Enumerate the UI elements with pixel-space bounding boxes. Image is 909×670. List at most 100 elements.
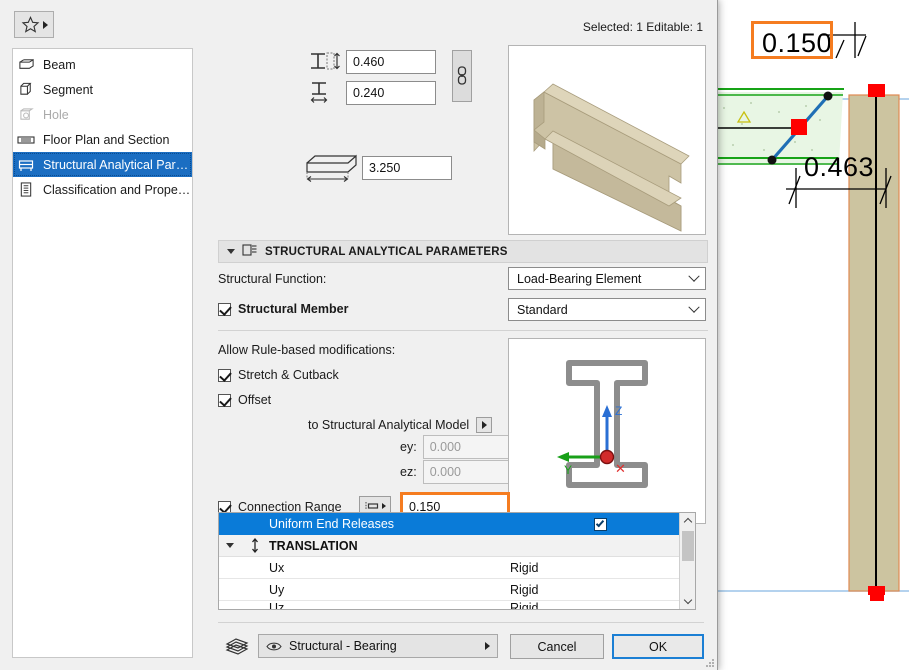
sidebar-item-segment[interactable]: Segment	[13, 77, 192, 102]
beam-settings-screen: 0.150 0.463 Selected: 1 Editable: 1 Beam…	[0, 0, 909, 670]
beam-length-row: 3.250	[302, 153, 452, 183]
chain-link-icon	[457, 66, 467, 85]
beam-width-icon	[302, 78, 346, 108]
releases-header-row[interactable]: Uniform End Releases	[219, 513, 695, 535]
scrollbar-thumb[interactable]	[682, 531, 694, 561]
release-dof-name: Uz	[269, 601, 285, 610]
structural-member-row[interactable]: Structural Member	[218, 302, 348, 316]
sidebar-item-label: Segment	[43, 82, 94, 97]
link-dimensions-toggle[interactable]	[452, 50, 472, 102]
layers-button[interactable]	[224, 634, 250, 656]
to-structural-model-button[interactable]	[476, 417, 493, 433]
sidebar-item-label: Classification and Properties	[43, 182, 192, 197]
release-dof-name: Uy	[269, 582, 285, 597]
ey-input[interactable]: 0.000	[422, 435, 515, 459]
beam-length-icon	[302, 153, 362, 183]
sidebar-item-label: Hole	[43, 107, 69, 122]
stretch-cutback-checkbox[interactable]	[218, 368, 231, 382]
chevron-up-icon[interactable]	[680, 513, 695, 529]
structural-member-dropdown[interactable]: Standard	[508, 298, 706, 321]
nav-panel-edge	[192, 48, 193, 658]
chevron-down-icon	[688, 270, 700, 282]
beam-3d-preview	[508, 45, 706, 235]
segment-cube-icon	[17, 82, 35, 98]
sidebar-item-label: Floor Plan and Section	[43, 132, 170, 147]
sidebar-item-floor-plan-and-section[interactable]: Floor Plan and Section	[13, 127, 192, 152]
beam-length-input[interactable]: 3.250	[362, 156, 452, 180]
sidebar-item-classification-and-properties[interactable]: Classification and Properties	[13, 177, 192, 202]
stretch-cutback-row[interactable]: Stretch & Cutback	[218, 368, 339, 382]
structural-analytical-icon	[242, 243, 258, 260]
classification-icon	[17, 182, 35, 198]
offset-checkbox[interactable]	[218, 393, 231, 407]
ey-row: ey: 0.000	[400, 435, 515, 459]
layer-value: Structural - Bearing	[289, 639, 397, 653]
cad-dimension-bottom: 0.463	[804, 152, 875, 182]
ez-label: ez:	[400, 465, 417, 479]
structural-member-label: Structural Member	[238, 302, 349, 316]
uniform-end-releases-checkbox[interactable]	[565, 517, 635, 531]
axis-z-label: Z	[615, 404, 622, 418]
beam-height-icon	[302, 47, 346, 77]
offset-label: Offset	[238, 393, 272, 407]
to-structural-model-label: to Structural Analytical Model	[308, 418, 470, 432]
triangle-right-icon	[485, 642, 490, 650]
table-row[interactable]: Uy Rigid	[219, 579, 695, 601]
structural-function-dropdown[interactable]: Load-Bearing Element	[508, 267, 706, 290]
sidebar-item-beam[interactable]: Beam	[13, 52, 192, 77]
structural-member-value: Standard	[517, 302, 568, 317]
sidebar-item-label: Beam	[43, 57, 76, 72]
cad-dimension-top-highlight	[751, 21, 833, 59]
releases-header-label: Uniform End Releases	[269, 517, 395, 531]
star-icon	[21, 16, 39, 33]
beam-height-input[interactable]: 0.460	[346, 50, 436, 74]
axis-y-label: Y	[564, 463, 572, 477]
release-dof-value[interactable]: Rigid	[510, 601, 695, 609]
sidebar-item-hole: Hole	[13, 102, 192, 127]
allow-rules-label: Allow Rule-based modifications:	[218, 343, 396, 357]
releases-group-translation[interactable]: TRANSLATION	[219, 535, 695, 557]
divider	[218, 330, 708, 331]
chevron-down-icon[interactable]	[680, 593, 695, 609]
end-releases-table: Uniform End Releases TRANSLATION Ux Rigi…	[218, 512, 696, 610]
table-row[interactable]: Uz Rigid	[219, 601, 695, 610]
hole-icon	[17, 107, 35, 123]
cross-section-preview: Z Y ✕	[508, 338, 706, 524]
caret-down-icon[interactable]	[227, 249, 235, 254]
settings-nav-panel: Beam Segment Hole Floor Plan and Section…	[12, 48, 192, 658]
beam-width-row: 0.240	[302, 78, 436, 108]
structural-function-value: Load-Bearing Element	[517, 271, 642, 286]
triangle-right-icon	[481, 421, 487, 429]
beam-3d-render	[533, 83, 690, 232]
ey-label: ey:	[400, 440, 417, 454]
divider	[218, 622, 704, 623]
ez-row: ez: 0.000	[400, 460, 515, 484]
beam-icon	[17, 57, 35, 73]
section-header-structural-analytical-parameters[interactable]: STRUCTURAL ANALYTICAL PARAMETERS	[218, 240, 708, 263]
release-dof-name: Ux	[269, 560, 285, 575]
table-row[interactable]: Ux Rigid	[219, 557, 695, 579]
release-dof-value[interactable]: Rigid	[510, 561, 695, 575]
to-structural-model-row[interactable]: to Structural Analytical Model	[308, 417, 493, 433]
favorites-button[interactable]	[14, 11, 54, 38]
sidebar-item-structural-analytical-parameters[interactable]: Structural Analytical Paramet...	[13, 152, 192, 177]
beam-width-input[interactable]: 0.240	[346, 81, 436, 105]
caret-down-icon[interactable]	[219, 543, 241, 548]
section-title: STRUCTURAL ANALYTICAL PARAMETERS	[265, 245, 508, 258]
beam-height-row: 0.460	[302, 47, 436, 77]
resize-grip[interactable]	[705, 658, 714, 667]
layer-selector[interactable]: Structural - Bearing	[258, 634, 498, 658]
cancel-button[interactable]: Cancel	[510, 634, 604, 659]
structural-member-checkbox[interactable]	[218, 302, 231, 316]
layers-stack-icon	[225, 638, 249, 655]
eye-icon	[266, 642, 282, 650]
releases-scrollbar[interactable]	[679, 513, 695, 609]
offset-row[interactable]: Offset	[218, 393, 271, 407]
chevron-down-icon	[688, 301, 700, 313]
ez-input[interactable]: 0.000	[422, 460, 515, 484]
connection-range-icon	[365, 502, 378, 510]
floor-plan-icon	[17, 132, 35, 148]
ok-button[interactable]: OK	[612, 634, 704, 659]
release-dof-value[interactable]: Rigid	[510, 583, 695, 597]
i-beam-axis-diagram: Z Y ✕	[557, 360, 648, 488]
